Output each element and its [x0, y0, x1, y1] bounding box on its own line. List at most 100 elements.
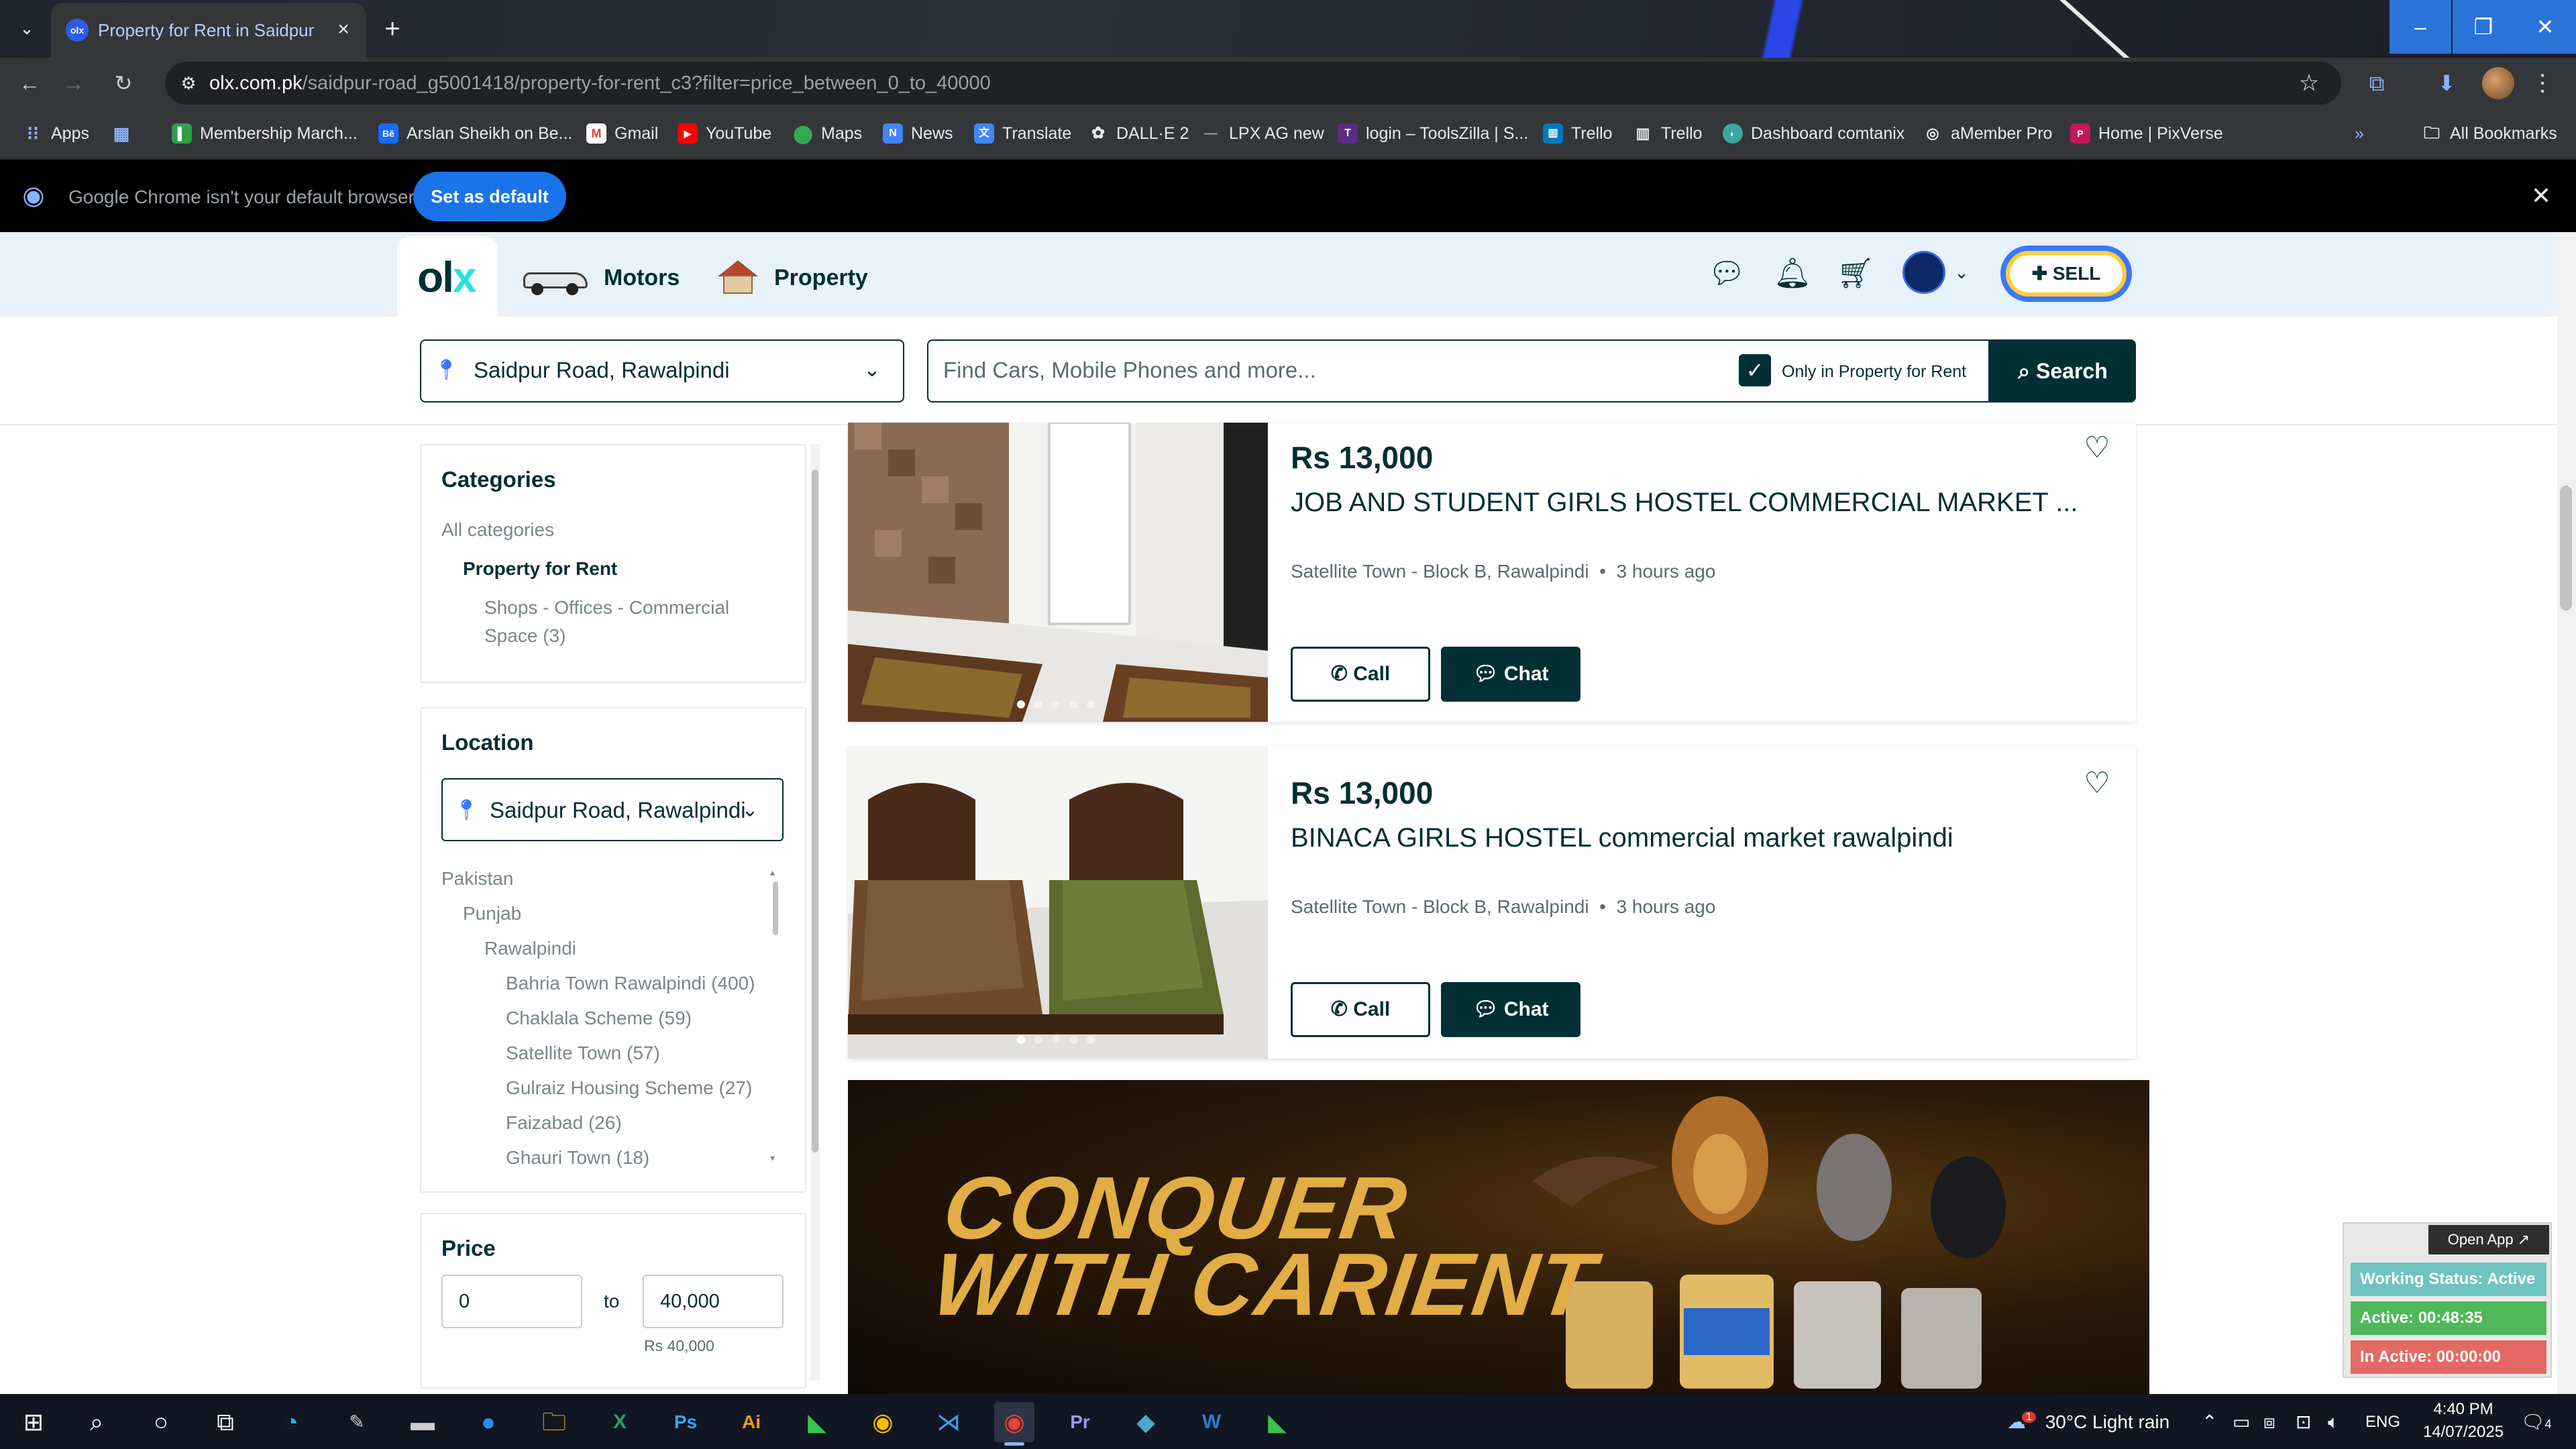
bookmark-tab-groups[interactable]: ▦ [111, 118, 140, 149]
scope-checkbox[interactable]: ✓ [1739, 354, 1771, 386]
language-indicator[interactable]: ENG [2365, 1407, 2400, 1437]
green-app-2-icon[interactable]: ◣ [1257, 1402, 1297, 1442]
tray-meet-icon[interactable]: ▭ [2233, 1407, 2250, 1437]
tree-area[interactable]: Satellite Town (57) [506, 1041, 660, 1065]
open-app-button[interactable]: Open App ↗ [2428, 1225, 2549, 1254]
price-min-input[interactable]: 0 [441, 1275, 582, 1328]
infobar-close-icon[interactable]: ✕ [2526, 181, 2556, 211]
notifications-icon[interactable]: 🗨︎4 [2521, 1407, 2552, 1437]
tree-country[interactable]: Pakistan [441, 867, 513, 891]
file-explorer-icon[interactable]: 🗀 [534, 1402, 574, 1442]
bookmark-toolszilla[interactable]: Tlogin – ToolsZilla | S... [1338, 118, 1528, 149]
site-info-icon[interactable]: ⚙ [176, 70, 201, 97]
bookmark-lpx[interactable]: — LPX AG new [1201, 118, 1324, 149]
excel-icon[interactable]: X [600, 1402, 640, 1442]
scroll-up-icon[interactable]: ▴ [770, 867, 781, 877]
tree-city[interactable]: Rawalpindi [484, 936, 576, 961]
clock[interactable]: 4:40 PM 14/07/2025 [2416, 1398, 2510, 1444]
edge-icon[interactable]: ◔ [271, 1402, 311, 1442]
bookmark-trello-2[interactable]: ▥ Trello [1633, 118, 1703, 149]
search-button[interactable]: ⌕ Search [1990, 339, 2136, 402]
chrome-active-icon[interactable]: ◉ [994, 1402, 1034, 1442]
user-avatar[interactable] [1902, 251, 1945, 294]
listing-title[interactable]: JOB AND STUDENT GIRLS HOSTEL COMMERCIAL … [1291, 486, 2078, 519]
listing-photo[interactable] [848, 746, 1268, 1059]
bookmark-behance[interactable]: Bē Arslan Sheikh on Be... [378, 118, 572, 149]
tree-area[interactable]: Faizabad (26) [506, 1111, 622, 1135]
location-tree-scroll-thumb[interactable] [773, 881, 778, 935]
chevron-down-icon[interactable]: ⌄ [737, 796, 763, 825]
bookmark-amember[interactable]: ◎ aMember Pro [1923, 118, 2052, 149]
subcategory-line-1[interactable]: Shops - Offices - Commercial [484, 596, 729, 620]
reload-icon[interactable]: ↻ [107, 67, 140, 99]
sidebar-scrollbar-thumb[interactable] [812, 470, 818, 1152]
vscode-icon[interactable]: ⋊ [928, 1402, 969, 1442]
window-minimize-button[interactable]: – [2390, 0, 2451, 54]
page-scrollbar-thumb[interactable] [2560, 486, 2572, 610]
downloads-icon[interactable]: ⬇ [2430, 67, 2463, 99]
call-button[interactable]: ✆ Call [1291, 647, 1430, 702]
weather-widget[interactable]: ☁1 30°C Light rain [2007, 1407, 2169, 1437]
tree-area[interactable]: Gulraiz Housing Scheme (27) [506, 1076, 752, 1100]
subcategory-line-2[interactable]: Space (3) [484, 624, 566, 648]
scroll-down-icon[interactable]: ▾ [770, 1152, 781, 1163]
chrome-menu-icon[interactable]: ⋮ [2529, 67, 2556, 99]
windows-start-icon[interactable]: ⊞ [13, 1402, 54, 1442]
bookmark-youtube[interactable]: ▶ YouTube [678, 118, 771, 149]
bookmark-membership[interactable]: ▌ Membership March... [172, 118, 358, 149]
bookmark-maps[interactable]: ⬤ Maps [793, 118, 862, 149]
tree-area[interactable]: Bahria Town Rawalpindi (400) [506, 971, 755, 996]
tab-close-icon[interactable]: × [329, 15, 358, 44]
price-max-input[interactable]: 40,000 [643, 1275, 784, 1328]
tree-area[interactable]: Chaklala Scheme (59) [506, 1006, 692, 1030]
taskbar-search-icon[interactable]: ⌕ [76, 1402, 117, 1442]
bookmark-dalle[interactable]: ✿ DALL·E 2 [1088, 118, 1189, 149]
bookmark-pixverse[interactable]: P Home | PixVerse [2070, 118, 2223, 149]
set-as-default-button[interactable]: Set as default [413, 172, 566, 221]
chat-button[interactable]: 💬︎ Chat [1441, 982, 1580, 1037]
listing-photo[interactable] [848, 423, 1268, 722]
word-icon[interactable]: W [1191, 1402, 1232, 1442]
bookmark-trello-1[interactable]: ▥ Trello [1543, 118, 1613, 149]
tree-area[interactable]: Ghauri Town (18) [506, 1146, 649, 1170]
image-carousel-dots[interactable] [1017, 1036, 1095, 1045]
chevron-down-icon[interactable]: ⌄ [859, 356, 885, 385]
nav-property[interactable]: Property [718, 258, 868, 298]
bookmark-star-icon[interactable]: ☆ [2294, 68, 2324, 98]
call-button[interactable]: ✆ Call [1291, 982, 1430, 1037]
listing-title[interactable]: BINACA GIRLS HOSTEL commercial market ra… [1291, 821, 1953, 855]
bookmarks-overflow-icon[interactable]: » [2355, 118, 2364, 149]
new-tab-plus-icon[interactable]: + [376, 12, 409, 46]
bookmark-dashboard[interactable]: ◐ Dashboard comtanix [1723, 118, 1904, 149]
image-carousel-dots[interactable] [1017, 700, 1095, 710]
forward-arrow-icon[interactable]: → [58, 67, 90, 99]
tree-province[interactable]: Punjab [463, 902, 521, 926]
illustrator-icon[interactable]: Ai [731, 1402, 771, 1442]
bookmark-news[interactable]: N News [883, 118, 953, 149]
bookmark-gmail[interactable]: M Gmail [586, 118, 658, 149]
url-text[interactable]: olx.com.pk/saidpur-road_g5001418/propert… [209, 70, 991, 97]
blue-app-icon[interactable]: ◆ [1126, 1402, 1166, 1442]
tab-search-chevron-icon[interactable]: ⌄ [9, 15, 44, 42]
notification-bell-icon[interactable]: 🔔︎ [1772, 254, 1813, 294]
tray-chevron-icon[interactable]: ⌃ [2202, 1407, 2217, 1437]
tray-screen-icon[interactable]: ⧈ [2263, 1407, 2275, 1437]
current-category[interactable]: Property for Rent [463, 557, 617, 581]
bookmark-translate[interactable]: 文 Translate [974, 118, 1071, 149]
back-arrow-icon[interactable]: ← [13, 67, 46, 99]
browser-tab-active[interactable]: olx Property for Rent in Saidpur Ro × [51, 3, 366, 58]
chat-button[interactable]: 💬︎ Chat [1441, 647, 1580, 702]
favorite-heart-icon[interactable]: ♡ [2081, 767, 2113, 800]
chevron-down-icon[interactable]: ⌄ [1951, 262, 1972, 283]
chat-bubble-icon[interactable]: 💬︎ [1707, 254, 1747, 294]
photoshop-icon[interactable]: Ps [665, 1402, 706, 1442]
window-close-button[interactable]: ✕ [2514, 0, 2576, 54]
window-restore-button[interactable]: ❐ [2453, 0, 2514, 54]
cart-icon[interactable]: 🛒︎ [1835, 254, 1876, 294]
nav-motors[interactable]: Motors [523, 258, 680, 298]
zoom-icon[interactable]: ● [468, 1402, 508, 1442]
premiere-icon[interactable]: Pr [1060, 1402, 1100, 1442]
bookmark-apps[interactable]: ⁝⁝ Apps [23, 118, 89, 149]
chrome-taskbar-icon[interactable]: ◉ [863, 1402, 903, 1442]
volume-icon[interactable]: 🔈︎ [2328, 1407, 2339, 1437]
